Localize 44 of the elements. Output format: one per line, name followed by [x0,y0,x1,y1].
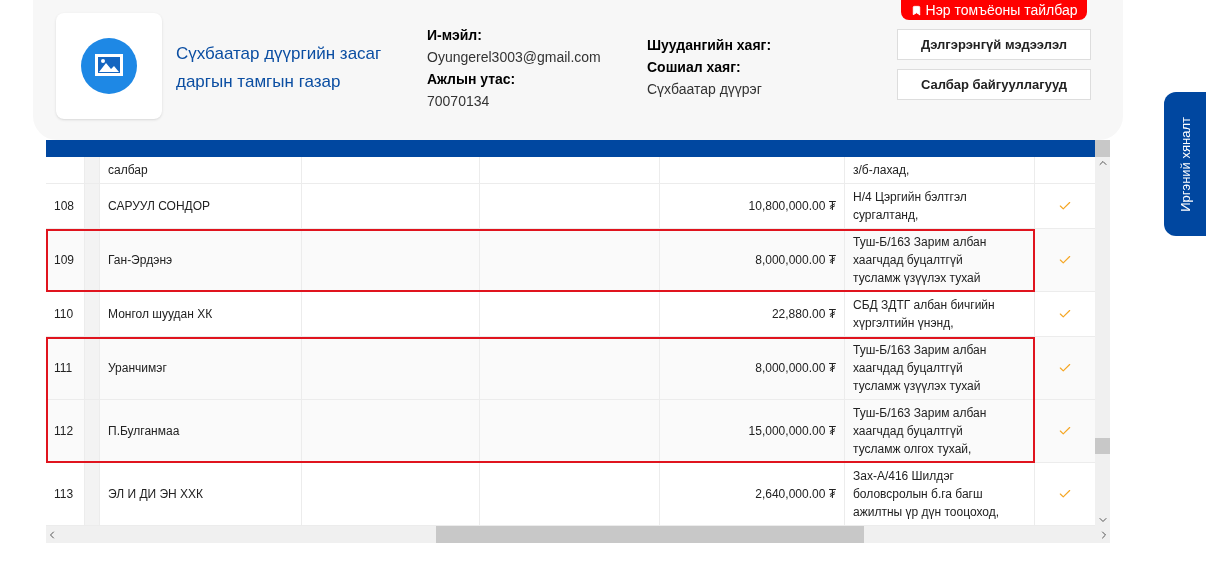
description-cell: СБД ЗДТГ албан бичгийн хүргэлтийн үнэнд, [853,298,995,330]
name-cell-text: П.Булганмаа [108,423,180,440]
name-cell-text: Ган-Эрдэнэ [108,252,173,269]
name-cell-text: Уранчимэг [108,360,167,377]
info-button[interactable]: Дэлгэрэнгүй мэдээлэл [897,29,1091,60]
vertical-scrollbar[interactable] [1095,140,1110,526]
name-cell-text: САРУУЛ СОНДОР [108,198,211,215]
amount-cell-text: 8,000,000.00 ₮ [755,360,836,377]
row-number: 109 [54,252,75,269]
organization-name: Сүхбаатар дүүргийн засаг даргын тамгын газар [176,43,383,93]
scrollbar-thumb[interactable] [1095,438,1110,454]
bookmark-icon [910,4,922,16]
citizen-monitoring-tab[interactable]: Иргэний хяналт [1164,92,1206,236]
name-cell-text: ЭЛ И ДИ ЭН ХХК [108,486,204,503]
image-icon [81,38,137,94]
contact-value: 70070134 [427,92,491,111]
info-button[interactable]: Салбар байгууллагууд [897,69,1091,100]
name-cell-text: Монгол шуудан ХК [108,306,213,323]
description-cell: з/б-лахад, [853,163,910,177]
description-cell: Туш-Б/163 Зарим албан хаагчдад буцалтгүй тусламж үзүүлэх тухай [853,343,987,393]
description-cell: Туш-Б/163 Зарим албан хаагчдад буцалтгүй тусламж үзүүлэх тухай [853,235,987,285]
amount-cell-text: 8,000,000.00 ₮ [755,252,836,269]
amount-cell-text: 10,800,000.00 ₮ [748,198,836,215]
contact-label: Ажлын утас: [427,70,517,89]
amount-cell-text: 22,880.00 ₮ [771,306,836,323]
amount-cell-text: 2,640,000.00 ₮ [755,486,836,503]
glossary-button[interactable]: Нэр томъёоны тайлбар [900,0,1088,20]
address-label: Сошиал хаяг: [647,58,742,77]
scrollbar-thumb[interactable] [436,526,864,543]
description-cell: Зах-А/416 Шилдэг боловсролын б.га багш ажилтны үр дүн тооцоход, [853,469,1000,519]
row-number: 111 [54,360,73,377]
contact-label: И-мэйл: [427,26,483,45]
row-number: 113 [54,486,74,503]
row-number: 112 [54,423,74,440]
row-number: 110 [54,306,74,323]
description-cell: Н/4 Цэргийн бэлтгэл сургалтанд, [853,190,967,222]
row-number: 108 [54,198,75,215]
description-cell: Туш-Б/163 Зарим албан хаагчдад буцалтгүй тусламж олгох тухай, [853,406,987,456]
contact-value: Oyungerel3003@gmail.com [427,48,602,67]
name-cell-text: салбар [108,162,148,179]
amount-cell-text: 15,000,000.00 ₮ [748,423,836,440]
address-value: Сүхбаатар дүүрэг [647,80,763,99]
scrollbar-corner [1095,140,1110,157]
address-label: Шуудангийн хаяг: [647,36,773,55]
